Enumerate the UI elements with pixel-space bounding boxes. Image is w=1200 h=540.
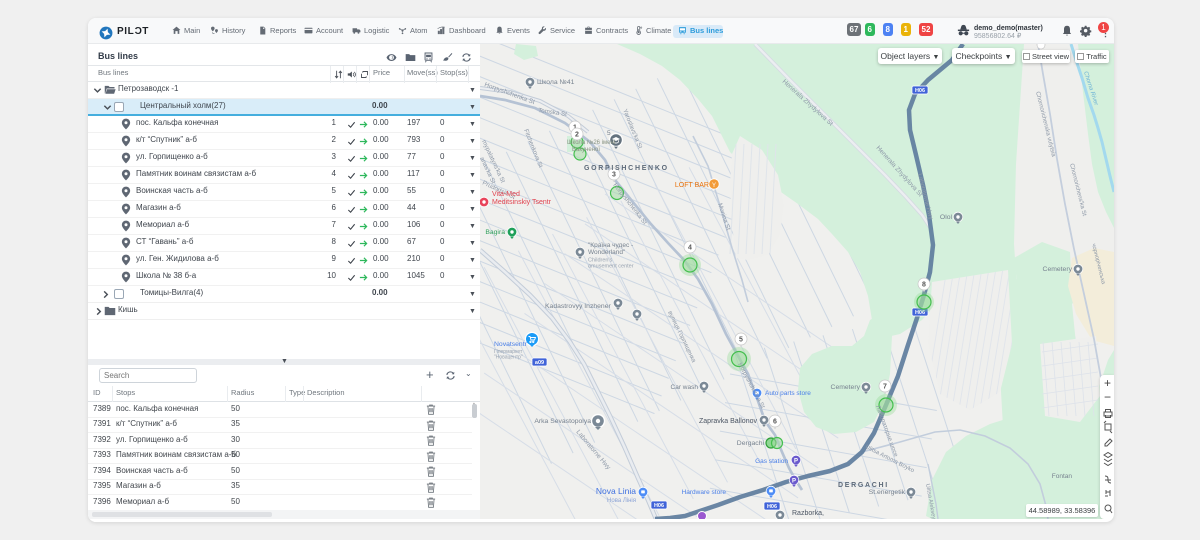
svg-text:LOFT BAR: LOFT BAR [675, 182, 709, 189]
svg-text:Zapravka Ballonov: Zapravka Ballonov [699, 418, 757, 425]
svg-text:7: 7 [883, 384, 887, 391]
svg-text:Вакуненої: Вакуненої [572, 147, 600, 153]
svg-text:Gas station: Gas station [755, 458, 788, 465]
svg-text:Cemetery: Cemetery [1043, 266, 1073, 273]
svg-text:Школа №41: Школа №41 [537, 79, 575, 86]
svg-text:2: 2 [575, 132, 579, 139]
svg-text:Cemetery: Cemetery [831, 384, 861, 391]
svg-text:Arka Sevastopolya: Arka Sevastopolya [534, 418, 591, 425]
svg-text:"Країна чудес -: "Країна чудес - [588, 242, 633, 249]
svg-text:DERGACHI: DERGACHI [838, 482, 889, 489]
svg-text:Razborka,: Razborka, [792, 510, 824, 517]
svg-text:5: 5 [607, 130, 611, 137]
svg-text:Car wash: Car wash [671, 384, 699, 391]
svg-text:Hardware store: Hardware store [682, 489, 727, 496]
svg-text:Meditsinskiy Tsentr: Meditsinskiy Tsentr [492, 199, 552, 206]
svg-text:Dergachi: Dergachi [737, 440, 765, 447]
svg-text:8: 8 [922, 282, 926, 289]
svg-text:"Новацентр": "Новацентр" [494, 355, 523, 361]
svg-text:3: 3 [612, 172, 616, 179]
svg-text:Auto parts store: Auto parts store [765, 390, 811, 397]
svg-text:H06: H06 [654, 503, 664, 509]
svg-text:St.energetik: St.energetik [869, 489, 906, 496]
svg-text:Olol: Olol [940, 214, 953, 221]
svg-text:Bagira: Bagira [485, 229, 505, 236]
svg-text:a09: a09 [535, 360, 544, 366]
svg-text:Kadastrovyy Inzhener: Kadastrovyy Inzhener [545, 303, 611, 310]
svg-text:H06: H06 [767, 504, 777, 510]
svg-text:Нова Лінія: Нова Лінія [607, 498, 636, 504]
svg-text:Nova Linia: Nova Linia [596, 486, 636, 496]
svg-text:P: P [794, 458, 798, 464]
svg-text:Wonderland": Wonderland" [588, 249, 626, 256]
svg-text:amusement center: amusement center [588, 264, 634, 270]
svg-text:Школа №26 імені: Школа №26 імені [567, 139, 615, 146]
svg-text:Y: Y [712, 183, 716, 189]
svg-text:Novatsentr: Novatsentr [494, 341, 528, 348]
svg-text:Vita-Med: Vita-Med [492, 191, 520, 198]
svg-text:5: 5 [739, 337, 743, 344]
svg-text:4: 4 [688, 245, 692, 252]
svg-text:6: 6 [773, 419, 777, 426]
svg-text:GORPISHCHENKO: GORPISHCHENKO [584, 165, 669, 172]
svg-text:Fontan: Fontan [1052, 473, 1073, 480]
svg-text:P: P [792, 478, 796, 484]
svg-text:H06: H06 [915, 88, 925, 94]
